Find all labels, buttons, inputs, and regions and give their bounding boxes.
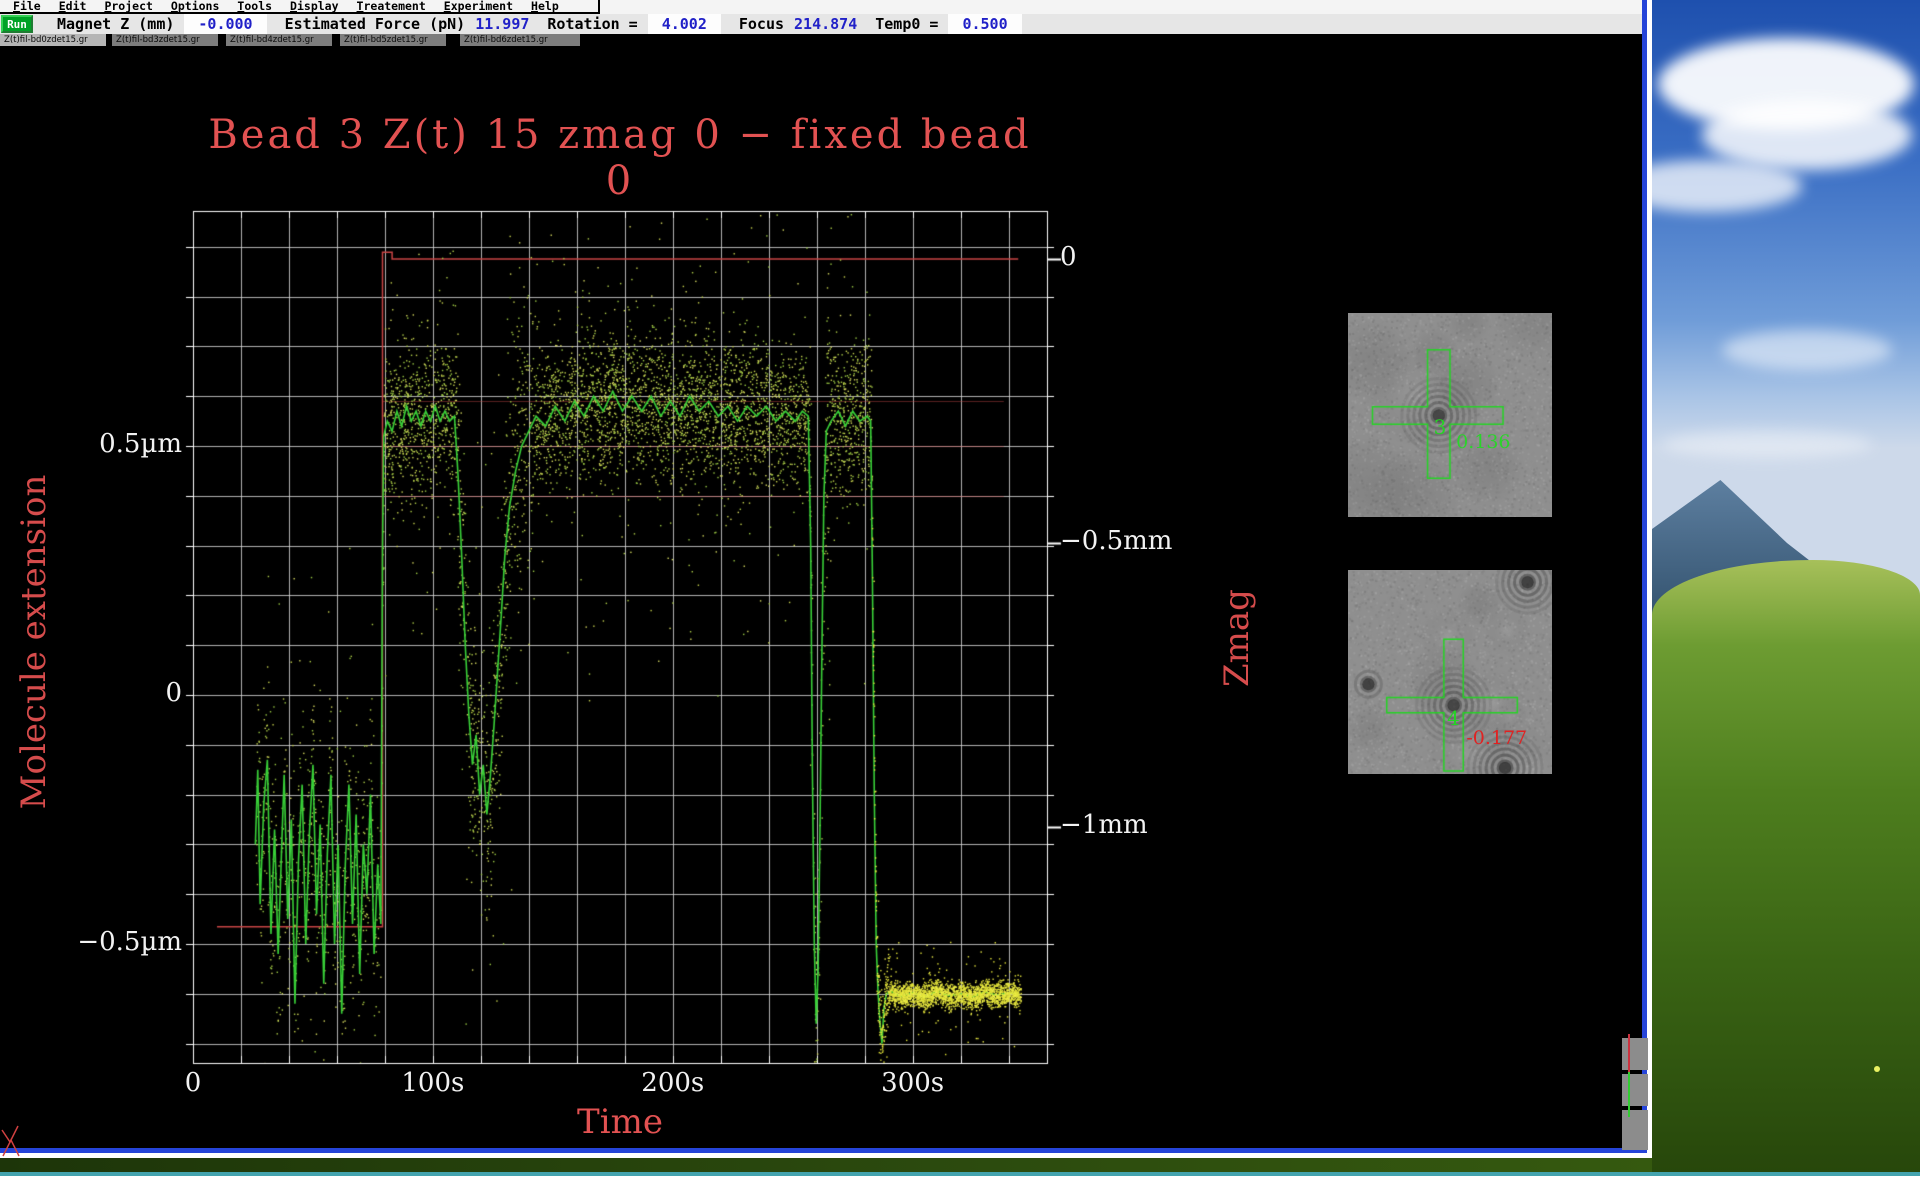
bead-z-value: -0.177 (1466, 727, 1527, 749)
tab-Z(t)fil-bd0zdet15.gr[interactable]: Z(t)fil-bd0zdet15.gr (0, 34, 106, 46)
y-axis-label-right: Zmag (1217, 558, 1257, 718)
menu-item-project[interactable]: Project (95, 0, 161, 13)
menu-item-treatement[interactable]: Treatement (348, 0, 435, 13)
status-fields: Magnet Z (mm) -0.000 Estimated Force (pN) 1… (39, 14, 1022, 34)
app-window: FileEditProjectOptionsToolsDisplayTreate… (0, 0, 1647, 1153)
y-right-tick-label: −1mm (1060, 810, 1148, 840)
gauge-block (1622, 1038, 1648, 1070)
menu-item-edit[interactable]: Edit (50, 0, 96, 13)
status-field-label: Temp0 = (875, 15, 938, 33)
gauge-block (1622, 1074, 1648, 1106)
x-axis-label: Time (193, 1102, 1047, 1142)
status-field-value: 4.002 (648, 14, 721, 34)
menu-item-experiment[interactable]: Experiment (435, 0, 522, 13)
status-field-value: 11.997 (475, 15, 529, 33)
status-field-label: Focus (739, 15, 784, 33)
plot-title: Bead 3 Z(t) 15 zmag 0 − fixed bead 0 (193, 112, 1047, 204)
gauge-green-indicator (1628, 1072, 1630, 1117)
bead-image-panel: 3 0.136 (1348, 313, 1552, 517)
bottom-panel (0, 1172, 1920, 1200)
status-field-value: -0.000 (184, 14, 266, 34)
y-left-tick-label: −0.5µm (40, 927, 182, 957)
wallpaper-flower-dot (1874, 1066, 1880, 1072)
run-button[interactable]: Run (1, 15, 33, 33)
bead-z-value: 0.136 (1456, 431, 1510, 453)
cloud (1702, 100, 1912, 170)
wallpaper-grass-hill (1652, 560, 1920, 1172)
menu-box: FileEditProjectOptionsToolsDisplayTreate… (0, 0, 600, 14)
desktop-wallpaper (1652, 0, 1920, 1172)
status-field-label: Magnet Z (mm) (57, 15, 174, 33)
tab-Z(t)fil-bd3zdet15.gr[interactable]: Z(t)fil-bd3zdet15.gr (112, 34, 218, 46)
tab-bar: Z(t)fil-bd0zdet15.gr Z(t)fil-bd3zdet15.gr… (0, 34, 1642, 47)
x-tick-label: 300s (843, 1068, 983, 1098)
menu-item-display[interactable]: Display (281, 0, 347, 13)
x-tick-label: 200s (603, 1068, 743, 1098)
bead-id-label: 4 (1447, 706, 1460, 730)
tab-Z(t)fil-bd6zdet15.gr[interactable]: Z(t)fil-bd6zdet15.gr (460, 34, 580, 46)
menu-bar: FileEditProjectOptionsToolsDisplayTreate… (0, 0, 1642, 14)
x-tick-label: 0 (123, 1068, 263, 1098)
x-tick-label: 100s (363, 1068, 503, 1098)
status-field-label: Rotation = (547, 15, 637, 33)
y-left-tick-label: 0.5µm (40, 429, 182, 459)
bead-image-panel: 4 -0.177 (1348, 570, 1552, 774)
wallpaper-bottom-strip (0, 1158, 1652, 1172)
gauge-red-indicator (1628, 1034, 1630, 1072)
bead-id-label: 3 (1434, 415, 1447, 439)
y-left-tick-label: 0 (40, 678, 182, 708)
status-field-value: 0.500 (948, 14, 1021, 34)
y-right-tick-label: 0 (1060, 242, 1077, 272)
status-field-label: Estimated Force (pN) (285, 15, 466, 33)
status-bar: Run Magnet Z (mm) -0.000 Estimated Force (… (0, 14, 1642, 34)
status-field-value: 214.874 (794, 15, 857, 33)
menu-item-help[interactable]: Help (522, 0, 568, 13)
tab-Z(t)fil-bd5zdet15.gr[interactable]: Z(t)fil-bd5zdet15.gr (340, 34, 446, 46)
menu-item-file[interactable]: File (4, 0, 50, 13)
y-axis-label-left: Molecule extension (14, 432, 54, 852)
desktop: FileEditProjectOptionsToolsDisplayTreate… (0, 0, 1920, 1200)
zmag-gauge[interactable] (1620, 1032, 1650, 1153)
tab-Z(t)fil-bd4zdet15.gr[interactable]: Z(t)fil-bd4zdet15.gr (226, 34, 332, 46)
y-right-tick-label: −0.5mm (1060, 526, 1172, 556)
menu-item-options[interactable]: Options (162, 0, 228, 13)
menu-item-tools[interactable]: Tools (228, 0, 281, 13)
gauge-block (1622, 1110, 1648, 1150)
cloud (1662, 430, 1872, 458)
bead-image (1348, 313, 1552, 517)
resize-zigzag-icon[interactable] (1, 1118, 25, 1158)
cloud (1722, 330, 1892, 370)
